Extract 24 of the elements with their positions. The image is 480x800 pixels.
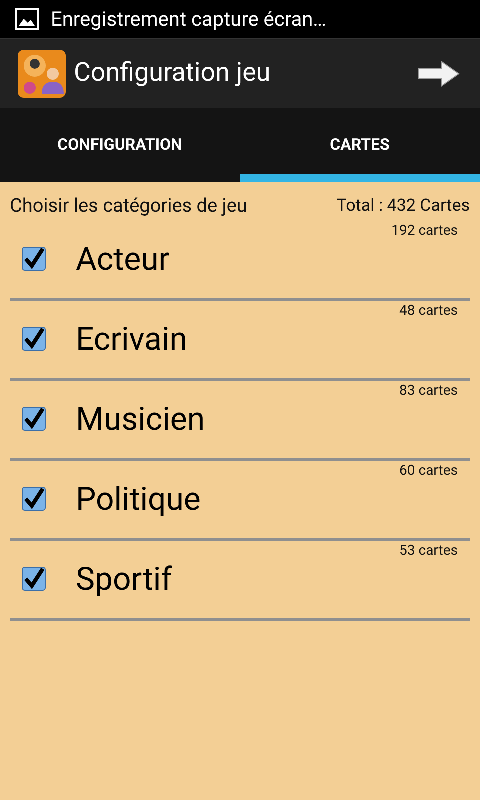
- cards-count: 83 cartes: [400, 382, 458, 400]
- category-name: Ecrivain: [76, 319, 188, 360]
- checkbox[interactable]: [22, 407, 46, 431]
- cards-count: 60 cartes: [400, 462, 458, 480]
- image-notification-icon: [15, 8, 39, 30]
- screen-title: Configuration jeu: [74, 57, 271, 90]
- checkbox[interactable]: [22, 247, 46, 271]
- right-arrow-icon: [418, 60, 460, 86]
- checkbox[interactable]: [22, 567, 46, 591]
- category-name: Musicien: [76, 399, 206, 440]
- category-name: Acteur: [76, 239, 170, 280]
- checkbox[interactable]: [22, 487, 46, 511]
- tab[interactable]: CARTES: [240, 108, 480, 182]
- cards-count: 192 cartes: [392, 222, 458, 240]
- cards-count: 48 cartes: [400, 302, 458, 320]
- prompt-text: Choisir les catégories de jeu: [10, 193, 248, 219]
- category-name: Sportif: [76, 559, 172, 600]
- cards-count: 53 cartes: [400, 542, 458, 560]
- tab[interactable]: CONFIGURATION: [0, 108, 240, 182]
- notification-text: Enregistrement capture écran…: [51, 6, 327, 33]
- checkbox[interactable]: [22, 327, 46, 351]
- total-text: Total : 432 Cartes: [336, 194, 470, 218]
- app-logo-icon: [18, 50, 66, 98]
- category-name: Politique: [76, 479, 201, 520]
